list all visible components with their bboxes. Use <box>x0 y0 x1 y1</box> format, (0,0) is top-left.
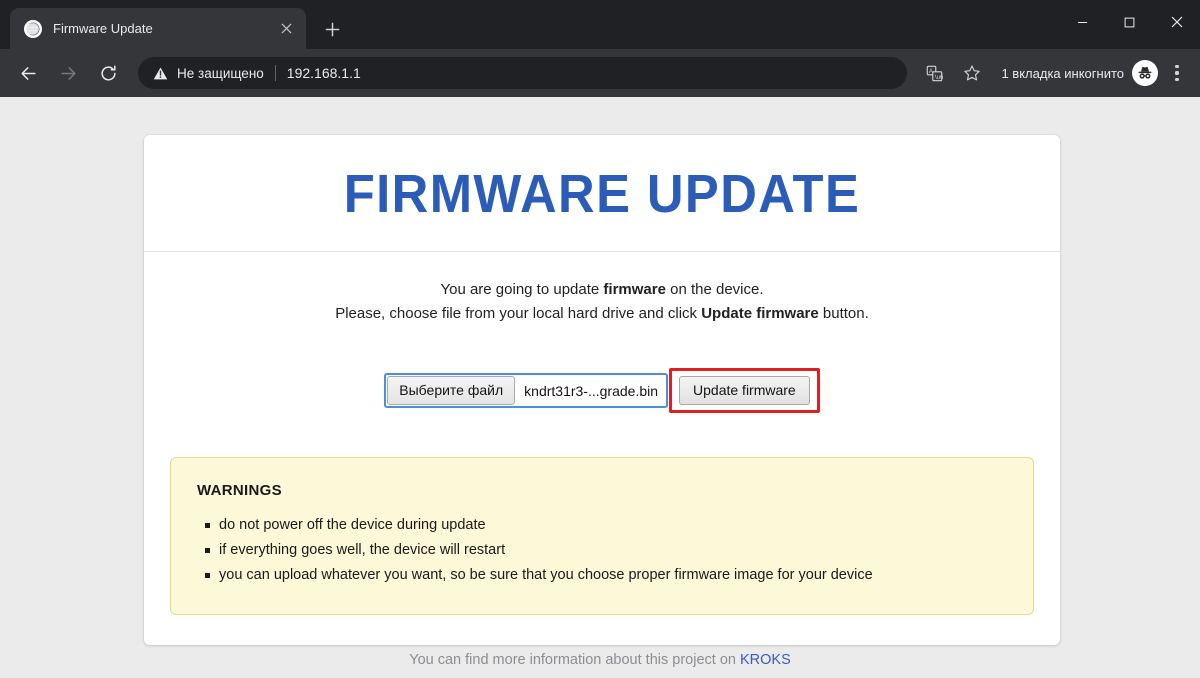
svg-text:A: A <box>929 68 933 74</box>
intro-line-2: Please, choose file from your local hard… <box>170 302 1034 326</box>
file-input[interactable]: Выберите файл kndrt31r3-...grade.bin <box>384 373 669 408</box>
incognito-label: 1 вкладка инкогнито <box>1001 65 1124 81</box>
arrow-left-icon <box>20 66 36 80</box>
intro-text: You are going to update firmware on the … <box>170 278 1034 326</box>
translate-icon-svg: A \u6587 <box>926 65 943 81</box>
upload-row: Выберите файл kndrt31r3-...grade.bin Upd… <box>170 368 1034 413</box>
card-body: You are going to update firmware on the … <box>144 252 1060 645</box>
window-close-icon <box>1171 16 1182 28</box>
translate-icon[interactable]: A \u6587 <box>919 58 949 88</box>
intro-line1-before: You are going to update <box>440 281 604 298</box>
svg-text:\u6587: \u6587 <box>935 75 943 81</box>
incognito-avatar-icon-svg <box>1138 66 1152 79</box>
window-controls <box>1059 0 1200 44</box>
minimize-button[interactable] <box>1059 0 1106 44</box>
menu-dot <box>1175 77 1179 81</box>
maximize-button[interactable] <box>1106 0 1153 44</box>
reload-icon <box>100 64 116 81</box>
list-item: if everything goes well, the device will… <box>205 538 1007 563</box>
close-icon[interactable] <box>274 17 298 41</box>
card-header: FIRMWARE UPDATE <box>144 135 1060 252</box>
page-footer: You can find more information about this… <box>0 652 1200 668</box>
update-firmware-button[interactable]: Update firmware <box>679 376 810 405</box>
globe-icon-svg <box>26 22 40 35</box>
omnibox-divider <box>274 65 276 81</box>
list-item: you can upload whatever you want, so be … <box>205 563 1007 588</box>
choose-file-button[interactable]: Выберите файл <box>387 376 516 405</box>
menu-dot <box>1175 65 1179 69</box>
page-title: FIRMWARE UPDATE <box>343 164 861 224</box>
footer-text: You can find more information about this… <box>409 652 740 668</box>
intro-line2-bold: Update firmware <box>701 305 819 322</box>
page-viewport: FIRMWARE UPDATE You are going to update … <box>0 97 1200 678</box>
intro-line1-bold: firmware <box>603 281 666 298</box>
browser-tab-firmware-update[interactable]: Firmware Update <box>10 8 306 49</box>
forward-button[interactable] <box>51 56 85 90</box>
incognito-indicator[interactable]: 1 вкладка инкогнито <box>1001 60 1158 86</box>
firmware-update-card: FIRMWARE UPDATE You are going to update … <box>144 135 1060 645</box>
reload-button[interactable] <box>91 56 125 90</box>
incognito-avatar-icon[interactable] <box>1132 60 1158 86</box>
globe-icon <box>24 19 42 38</box>
browser-toolbar: Не защищено 192.168.1.1 A \u6587 1 вклад… <box>0 49 1200 97</box>
close-icon-svg <box>280 23 292 34</box>
list-item: do not power off the device during updat… <box>205 513 1007 538</box>
warnings-title: WARNINGS <box>197 482 282 499</box>
minimize-icon <box>1077 21 1088 23</box>
warnings-list: do not power off the device during updat… <box>197 513 1007 588</box>
intro-line2-before: Please, choose file from your local hard… <box>335 305 702 322</box>
plus-icon <box>325 22 339 36</box>
kroks-link[interactable]: KROKS <box>740 652 791 668</box>
selected-file-name: kndrt31r3-...grade.bin <box>524 382 659 399</box>
star-icon[interactable] <box>957 58 987 88</box>
tab-title: Firmware Update <box>53 21 153 36</box>
intro-line1-after: on the device. <box>665 281 764 298</box>
warnings-panel: WARNINGS do not power off the device dur… <box>170 457 1034 615</box>
browser-window: Firmware Update Не защищено 192.168.1.1 … <box>0 0 1200 678</box>
address-bar[interactable]: Не защищено 192.168.1.1 <box>138 57 908 89</box>
window-close-button[interactable] <box>1153 0 1200 44</box>
intro-line-1: You are going to update firmware on the … <box>170 278 1034 302</box>
star-icon-svg <box>964 65 981 81</box>
menu-dot <box>1175 71 1179 75</box>
maximize-icon <box>1124 17 1135 27</box>
tab-strip: Firmware Update <box>0 0 1200 49</box>
new-tab-button[interactable] <box>316 13 348 45</box>
arrow-right-icon <box>60 66 76 80</box>
url-text: 192.168.1.1 <box>286 65 361 81</box>
warning-triangle-icon-svg <box>153 67 167 79</box>
warning-triangle-icon <box>152 65 168 81</box>
security-status-text: Не защищено <box>177 65 264 81</box>
three-dot-menu-icon[interactable] <box>1162 58 1192 88</box>
back-button[interactable] <box>11 56 45 90</box>
update-firmware-highlight: Update firmware <box>669 368 820 413</box>
intro-line2-after: button. <box>818 305 869 322</box>
